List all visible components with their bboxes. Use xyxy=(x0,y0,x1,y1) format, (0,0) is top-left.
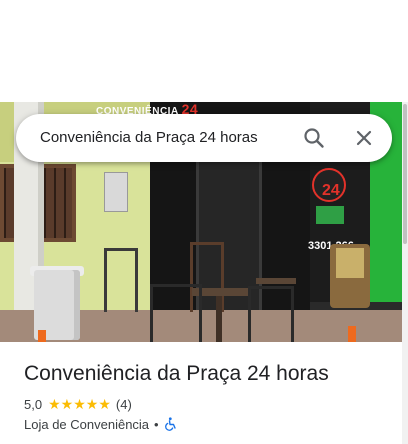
star-rating: ★ ★ ★ ★ ★ xyxy=(48,397,111,411)
star-icon: ★ xyxy=(60,396,74,412)
photo-chair xyxy=(104,248,138,312)
place-title: Conveniência da Praça 24 horas xyxy=(24,362,329,385)
separator-dot: • xyxy=(154,416,159,432)
star-icon: ★ xyxy=(73,396,86,412)
search-button[interactable] xyxy=(298,122,330,154)
search-box[interactable]: Conveniência da Praça 24 horas xyxy=(16,114,392,162)
search-input[interactable]: Conveniência da Praça 24 horas xyxy=(40,114,258,162)
search-icon xyxy=(304,128,324,148)
photo-cone xyxy=(348,326,356,342)
photo-table xyxy=(256,278,296,284)
photo-chair xyxy=(150,284,202,342)
photo-chair xyxy=(248,286,294,342)
photo-logo-number: 24 xyxy=(322,182,340,199)
photo-armchair-cushion xyxy=(336,248,364,278)
review-count[interactable]: (4) xyxy=(116,397,132,412)
wheelchair-icon xyxy=(164,417,176,431)
close-icon xyxy=(356,130,372,146)
photo-cone xyxy=(38,330,46,342)
star-icon: ★ xyxy=(85,396,99,412)
category-row: Loja de Conveniência • xyxy=(24,415,178,433)
scrollbar-thumb[interactable] xyxy=(403,104,407,244)
star-icon: ★ xyxy=(48,396,61,412)
rating-value: 5,0 xyxy=(24,396,43,412)
photo-green-sticker xyxy=(316,206,344,224)
place-category: Loja de Conveniência xyxy=(24,416,150,432)
clear-search-button[interactable] xyxy=(348,122,380,154)
photo-electric-meter xyxy=(104,172,128,212)
rating-row[interactable]: 5,0 ★ ★ ★ ★ ★ (4) xyxy=(24,395,132,413)
top-blank-area xyxy=(0,0,408,102)
star-icon: ★ xyxy=(98,396,111,412)
photo-table-leg xyxy=(216,296,222,342)
